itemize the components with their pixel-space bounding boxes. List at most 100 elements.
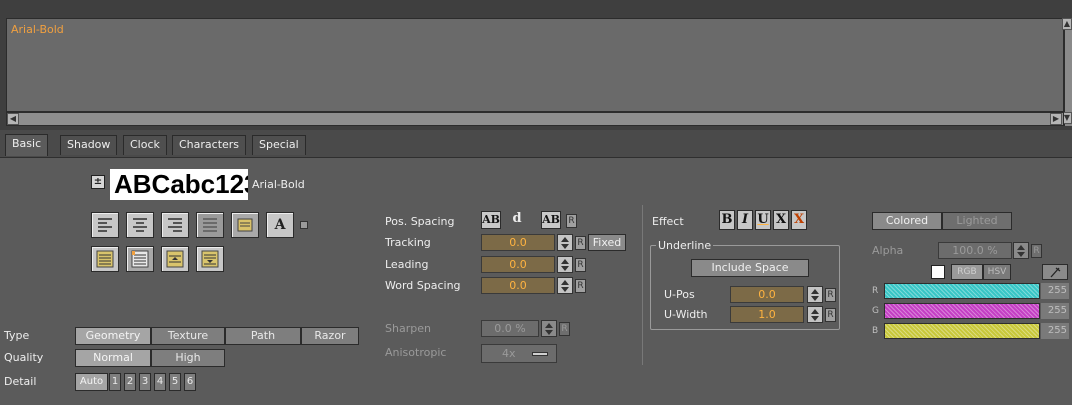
tab-characters[interactable]: Characters [172,135,247,155]
align-justify-button[interactable] [196,212,224,238]
tracking-field[interactable]: 0.0 [481,234,555,251]
eyedropper-icon [1050,267,1061,278]
r-channel-label: R [872,286,879,296]
upos-reset-button[interactable]: R [825,288,836,302]
font-style-button[interactable]: A [266,212,294,238]
align-right-button[interactable] [161,212,189,238]
font-style-dropdown[interactable] [300,221,308,229]
dropdown-handle-icon [532,352,548,356]
align-center-button[interactable] [126,212,154,238]
detail-2-button[interactable]: 2 [124,373,136,391]
align-right-icon [168,218,182,232]
tab-clock[interactable]: Clock [123,135,167,155]
leading-label: Leading [385,258,429,271]
detail-4-button[interactable]: 4 [154,373,166,391]
uwidth-label: U-Width [664,308,708,321]
alpha-field[interactable]: 100.0 % [938,242,1012,259]
valign-bottom-button[interactable] [196,246,224,272]
scroll-right-button[interactable]: ▶ [1050,113,1062,125]
lighted-button[interactable]: Lighted [942,212,1012,230]
leading-field[interactable]: 0.0 [481,256,555,273]
leading-reset-button[interactable]: R [575,258,586,272]
tracking-stepper[interactable] [557,234,573,251]
effect-strikeout-button[interactable]: X [773,210,789,230]
font-dropdown-button[interactable]: ± [91,175,105,189]
sharpen-stepper[interactable] [541,320,557,337]
r-channel-slider[interactable] [884,283,1040,299]
sharpen-reset-button[interactable]: R [559,322,570,336]
include-space-button[interactable]: Include Space [691,259,809,277]
anisotropic-dropdown[interactable]: 4x [481,344,557,363]
anisotropic-label: Anisotropic [385,346,447,359]
vertical-scrollbar[interactable]: ▲ ▼ [1062,18,1072,126]
colored-button[interactable]: Colored [872,212,942,230]
b-channel-label: B [872,326,879,336]
effect-bold-button[interactable]: B [719,210,735,230]
align-left-icon [98,218,112,232]
rgb-mode-button[interactable]: RGB [951,264,983,280]
text-input-area[interactable]: Arial-Bold [6,18,1064,112]
leading-stepper[interactable] [557,256,573,273]
horizontal-scrollbar[interactable]: ◀ ▶ [6,112,1064,126]
tab-shadow[interactable]: Shadow [60,135,118,155]
word-spacing-field[interactable]: 0.0 [481,277,555,294]
type-path-button[interactable]: Path [225,327,301,345]
uwidth-field[interactable]: 1.0 [730,306,804,323]
pos-spacing-char-text: AB [482,213,500,226]
scroll-up-button[interactable]: ▲ [1062,18,1072,30]
detail-1-button[interactable]: 1 [109,373,121,391]
align-left-button[interactable] [91,212,119,238]
word-spacing-label: Word Spacing [385,279,461,292]
type-geometry-button[interactable]: Geometry [75,327,151,345]
uwidth-stepper[interactable] [807,306,823,323]
valign-top-button[interactable] [91,246,119,272]
eyedropper-button[interactable] [1042,264,1068,280]
upos-stepper[interactable] [807,286,823,303]
quality-high-button[interactable]: High [151,349,225,367]
type-label: Type [4,329,30,342]
font-preview[interactable]: ABCabc123 [110,169,248,200]
g-channel-slider[interactable] [884,303,1040,319]
pos-spacing-glyph-button[interactable]: d [508,211,526,229]
type-texture-button[interactable]: Texture [151,327,225,345]
detail-5-button[interactable]: 5 [169,373,181,391]
detail-auto-button[interactable]: Auto [75,373,108,391]
hsv-mode-button[interactable]: HSV [983,264,1011,280]
alpha-stepper[interactable] [1013,242,1029,259]
tab-special[interactable]: Special [252,135,306,155]
sharpen-field[interactable]: 0.0 % [481,320,539,337]
text-box-icon [237,218,253,232]
uwidth-reset-button[interactable]: R [825,308,836,322]
detail-3-button[interactable]: 3 [139,373,151,391]
sharpen-label: Sharpen [385,322,431,335]
effect-underline-button[interactable]: U [755,210,771,230]
pos-spacing-reset-button[interactable]: R [566,214,577,228]
g-channel-value[interactable]: 255 [1041,303,1069,319]
tracking-reset-button[interactable]: R [575,236,586,250]
scroll-left-button[interactable]: ◀ [7,113,19,125]
underline-title: Underline [656,239,714,252]
upos-field[interactable]: 0.0 [730,286,804,303]
b-channel-slider[interactable] [884,323,1040,339]
text-box-button[interactable] [231,212,259,238]
tab-basic[interactable]: Basic [5,134,49,156]
fixed-button[interactable]: Fixed [588,234,626,251]
effect-outline-button[interactable]: X [791,210,807,230]
valign-center-button[interactable] [161,246,189,272]
word-spacing-stepper[interactable] [557,277,573,294]
effect-italic-button[interactable]: I [737,210,753,230]
b-channel-value[interactable]: 255 [1041,323,1069,339]
word-spacing-reset-button[interactable]: R [575,279,586,293]
alpha-reset-button[interactable]: R [1031,244,1042,258]
color-swatch[interactable] [931,265,945,279]
pos-spacing-word-button[interactable]: AB [541,211,561,229]
align-justify-icon [203,218,217,232]
quality-normal-button[interactable]: Normal [75,349,151,367]
pos-spacing-label: Pos. Spacing [385,215,455,228]
valign-middle-button[interactable] [126,246,154,272]
detail-6-button[interactable]: 6 [184,373,196,391]
type-razor-button[interactable]: Razor [301,327,359,345]
r-channel-value[interactable]: 255 [1041,283,1069,299]
pos-spacing-char-button[interactable]: AB [481,211,501,229]
quality-label: Quality [4,351,44,364]
